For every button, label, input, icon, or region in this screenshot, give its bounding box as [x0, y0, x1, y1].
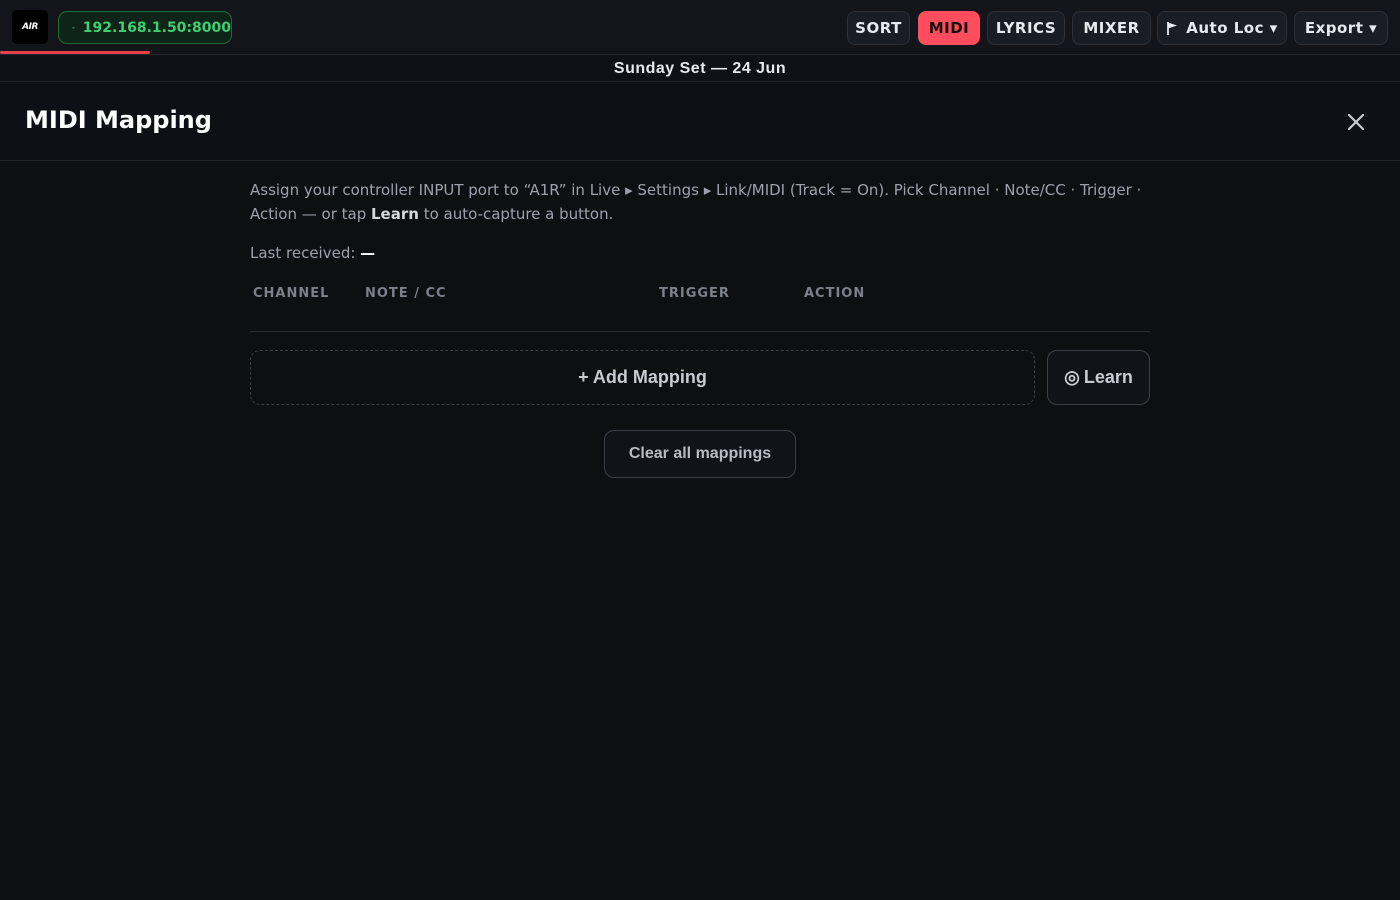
connection-status[interactable]: 192.168.1.50:8000 — [58, 11, 232, 44]
learn-label: Learn — [1083, 367, 1133, 387]
column-note-cc: NOTE / CC — [365, 286, 447, 301]
instructions-learn-word: Learn — [371, 205, 419, 223]
add-mapping-button[interactable]: + Add Mapping — [250, 350, 1035, 405]
column-trigger: TRIGGER — [659, 286, 730, 301]
last-received-label: Last received: — [250, 244, 361, 262]
column-channel: CHANNEL — [253, 286, 330, 301]
panel-header: MIDI Mapping — [0, 82, 1400, 161]
target-icon: ◎ — [1064, 367, 1080, 387]
set-title: Sunday Set — 24 Jun — [0, 55, 1400, 82]
instructions-part2: to auto-capture a button. — [418, 205, 614, 223]
last-received-value: — — [360, 244, 376, 262]
learn-button[interactable]: ◎ Learn — [1047, 350, 1150, 405]
export-dropdown[interactable]: Export ▾ — [1294, 11, 1388, 45]
instructions-text: Assign your controller INPUT port to “A1… — [250, 178, 1150, 226]
progress-indicator — [0, 51, 150, 54]
app-logo[interactable]: AIR — [12, 10, 48, 44]
auto-loc-label: Auto Loc ▾ — [1186, 19, 1278, 37]
lyrics-button[interactable]: LYRICS — [987, 11, 1065, 45]
flag-icon — [1167, 21, 1178, 35]
sort-button[interactable]: SORT — [847, 11, 910, 45]
last-received: Last received: — — [250, 244, 375, 262]
connection-address: 192.168.1.50:8000 — [82, 19, 231, 36]
top-bar: AIR 192.168.1.50:8000 SORT MIDI LYRICS M… — [0, 0, 1400, 55]
panel-title: MIDI Mapping — [25, 106, 212, 134]
column-action: ACTION — [804, 286, 866, 301]
mixer-button[interactable]: MIXER — [1072, 11, 1151, 45]
close-icon — [1347, 113, 1365, 131]
midi-button[interactable]: MIDI — [918, 11, 980, 45]
close-button[interactable] — [1342, 108, 1370, 136]
wifi-icon — [72, 26, 75, 29]
clear-all-mappings-button[interactable]: Clear all mappings — [604, 430, 796, 478]
auto-loc-dropdown[interactable]: Auto Loc ▾ — [1157, 11, 1287, 45]
mapping-table-header: CHANNEL NOTE / CC TRIGGER ACTION — [250, 284, 1150, 332]
midi-mapping-panel: Assign your controller INPUT port to “A1… — [250, 178, 1150, 478]
